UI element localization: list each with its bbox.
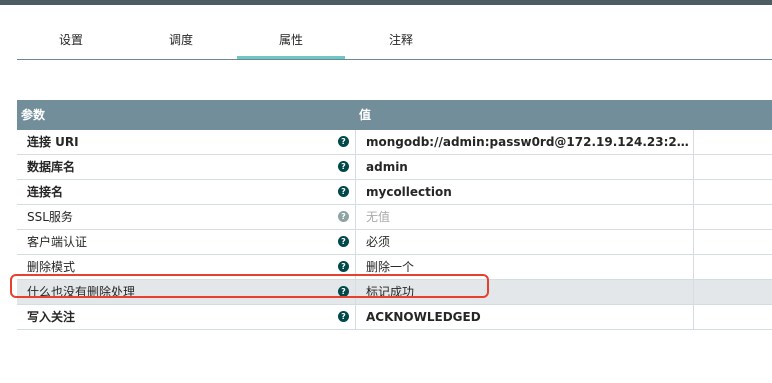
column-divider: [355, 205, 356, 229]
column-divider: [355, 130, 356, 154]
tab-bar: 设置 调度 属性 注释: [17, 23, 772, 60]
column-divider: [693, 205, 694, 229]
tab-settings[interactable]: 设置: [17, 23, 125, 57]
help-icon[interactable]: ?: [338, 161, 349, 172]
column-divider: [693, 130, 694, 154]
help-icon[interactable]: ?: [338, 236, 349, 247]
property-value[interactable]: 必须: [366, 230, 692, 254]
column-divider: [355, 180, 356, 204]
property-value[interactable]: mycollection: [366, 180, 692, 204]
tab-scheduling[interactable]: 调度: [127, 23, 235, 57]
column-divider: [693, 230, 694, 254]
property-name: SSL服务: [27, 210, 73, 224]
property-name: 数据库名: [27, 160, 76, 174]
tab-properties[interactable]: 属性: [237, 23, 345, 59]
column-divider: [355, 230, 356, 254]
property-value[interactable]: ACKNOWLEDGED: [366, 305, 692, 329]
column-header-value: 值: [359, 108, 372, 122]
help-icon[interactable]: ?: [338, 211, 349, 222]
column-divider: [355, 280, 356, 304]
property-value[interactable]: 标记成功: [366, 280, 692, 304]
column-divider: [693, 280, 694, 304]
table-row[interactable]: SSL服务 ? 无值: [17, 205, 772, 230]
help-icon[interactable]: ?: [338, 186, 349, 197]
help-icon[interactable]: ?: [338, 136, 349, 147]
table-row-highlighted[interactable]: 什么也没有删除处理 ? 标记成功: [17, 280, 772, 305]
table-row[interactable]: 连接 URI ? mongodb://admin:passw0rd@172.19…: [17, 130, 772, 155]
properties-table: 参数 值 连接 URI ? mongodb://admin:passw0rd@1…: [17, 100, 772, 330]
help-icon[interactable]: ?: [338, 261, 349, 272]
column-divider: [693, 180, 694, 204]
property-name: 连接 URI: [27, 135, 79, 149]
column-divider: [355, 255, 356, 279]
column-divider: [693, 305, 694, 329]
property-name: 写入关注: [27, 310, 76, 324]
column-divider: [355, 155, 356, 179]
tab-comments[interactable]: 注释: [347, 23, 455, 57]
property-value[interactable]: 删除一个: [366, 255, 692, 279]
table-header: 参数 值: [17, 100, 772, 130]
column-header-param: 参数: [21, 108, 46, 122]
help-icon[interactable]: ?: [338, 311, 349, 322]
property-value[interactable]: mongodb://admin:passw0rd@172.19.124.23:2…: [366, 130, 692, 154]
property-name: 连接名: [27, 185, 64, 199]
table-row[interactable]: 客户端认证 ? 必须: [17, 230, 772, 255]
table-row[interactable]: 写入关注 ? ACKNOWLEDGED: [17, 305, 772, 330]
property-name: 客户端认证: [27, 235, 88, 249]
table-row[interactable]: 删除模式 ? 删除一个: [17, 255, 772, 280]
property-value[interactable]: admin: [366, 155, 692, 179]
help-icon[interactable]: ?: [338, 286, 349, 297]
column-divider: [693, 255, 694, 279]
property-name: 删除模式: [27, 260, 76, 274]
property-value[interactable]: 无值: [366, 205, 692, 229]
table-row[interactable]: 连接名 ? mycollection: [17, 180, 772, 205]
window-top-bar: [0, 0, 772, 5]
column-divider: [693, 155, 694, 179]
property-name: 什么也没有删除处理: [27, 285, 136, 299]
column-divider: [355, 305, 356, 329]
table-row[interactable]: 数据库名 ? admin: [17, 155, 772, 180]
